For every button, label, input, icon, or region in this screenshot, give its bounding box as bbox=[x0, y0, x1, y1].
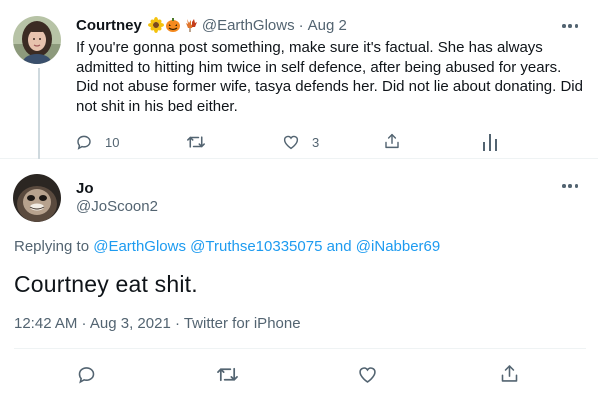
divider bbox=[14, 348, 586, 349]
share-button[interactable] bbox=[499, 363, 520, 384]
mention-link[interactable]: @iNabber69 bbox=[356, 238, 440, 255]
share-icon bbox=[385, 133, 399, 149]
maple-leaves-emoji-icon bbox=[185, 19, 197, 32]
more-icon[interactable] bbox=[560, 20, 580, 32]
thread-line bbox=[38, 68, 40, 159]
replying-to: Replying to @EarthGlows @Truthse10335075… bbox=[14, 238, 440, 255]
mention-link[interactable]: @Truthse10335075 bbox=[190, 238, 322, 255]
jack-o-lantern-emoji-icon bbox=[165, 18, 180, 32]
avatar-courtney[interactable] bbox=[13, 16, 61, 64]
tweet-timestamp[interactable]: 12:42 AM · Aug 3, 2021 · Twitter for iPh… bbox=[14, 315, 301, 332]
more-icon[interactable] bbox=[560, 180, 580, 192]
reply-author-handle[interactable]: @JoScoon2 bbox=[76, 198, 158, 215]
reply-icon bbox=[77, 135, 91, 150]
share-button[interactable] bbox=[383, 132, 401, 150]
retweet-button[interactable] bbox=[216, 364, 239, 385]
mention-joiner[interactable]: and bbox=[322, 238, 355, 255]
reply-text: Courtney eat shit. bbox=[14, 271, 198, 297]
reply-button[interactable] bbox=[76, 364, 97, 385]
retweet-button[interactable] bbox=[186, 133, 218, 151]
reply-count: 10 bbox=[105, 134, 120, 150]
tweet-header: Courtney @EarthGlows · Aug 2 bbox=[76, 15, 347, 35]
reply-button[interactable]: 10 bbox=[75, 133, 119, 151]
reply-author-name[interactable]: Jo bbox=[76, 180, 94, 197]
analytics-icon bbox=[483, 134, 497, 151]
author-name[interactable]: Courtney bbox=[76, 17, 142, 34]
analytics-button[interactable] bbox=[482, 133, 498, 151]
tweet-text: If you're gonna post something, make sur… bbox=[76, 39, 583, 115]
like-count: 3 bbox=[312, 134, 320, 150]
retweet-icon bbox=[187, 136, 205, 148]
like-button[interactable] bbox=[357, 364, 378, 385]
replying-to-label: Replying to bbox=[14, 238, 94, 255]
heart-icon bbox=[283, 135, 299, 150]
retweet-icon bbox=[217, 367, 238, 382]
name-emojis bbox=[147, 17, 198, 33]
like-button[interactable]: 3 bbox=[282, 133, 319, 151]
heart-icon bbox=[359, 367, 376, 383]
tweet-date[interactable]: Aug 2 bbox=[308, 17, 347, 34]
header-separator: · bbox=[298, 16, 304, 34]
avatar-jo[interactable] bbox=[13, 174, 61, 222]
share-icon bbox=[501, 365, 518, 382]
author-handle[interactable]: @EarthGlows bbox=[202, 17, 295, 34]
mention-link[interactable]: @EarthGlows bbox=[93, 238, 186, 255]
parent-tweet[interactable]: Courtney @EarthGlows · Aug 2 If you're g… bbox=[0, 0, 598, 159]
sunflower-emoji-icon bbox=[147, 17, 164, 33]
reply-icon bbox=[78, 367, 95, 384]
